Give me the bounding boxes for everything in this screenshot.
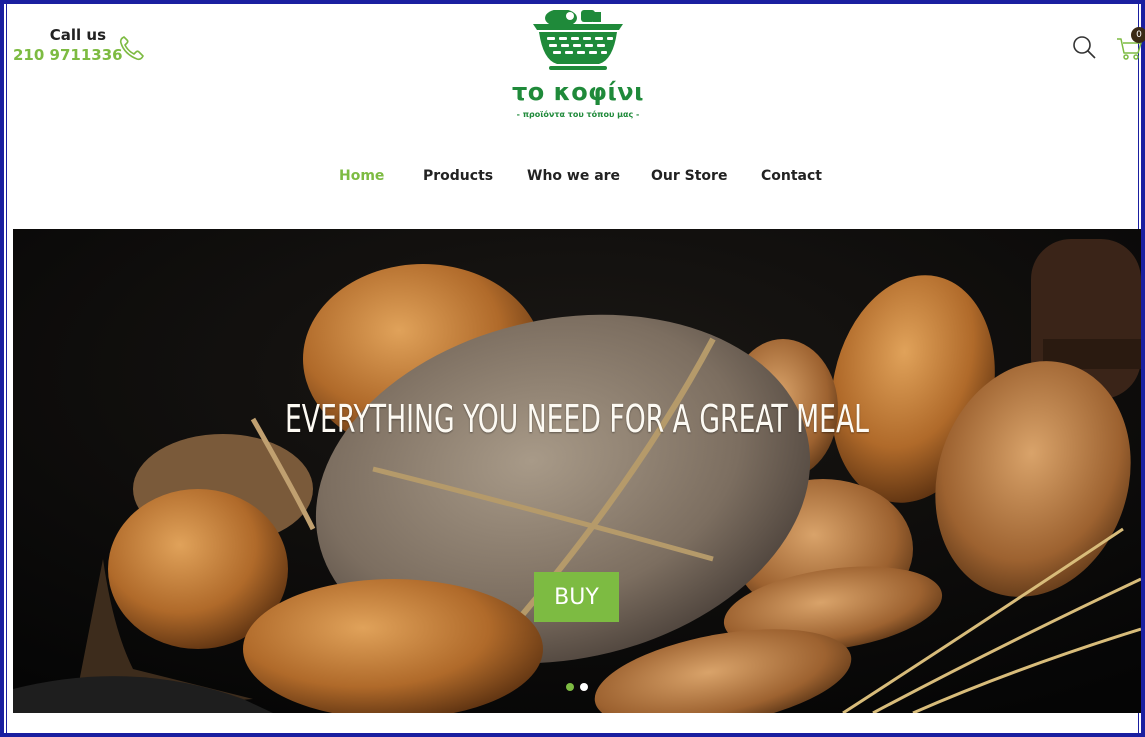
nav-item-our-store[interactable]: Our Store <box>651 168 727 184</box>
logo-name: το κοφίνι <box>511 78 645 106</box>
call-us-label: Call us <box>49 26 106 44</box>
buy-button[interactable]: BUY <box>534 572 619 622</box>
slider-dots <box>566 683 596 693</box>
site-logo[interactable]: το κοφίνι - προϊόντα του τόπου μας - <box>503 9 653 128</box>
nav-item-contact[interactable]: Contact <box>761 168 822 184</box>
frame-inner-left <box>6 4 7 733</box>
call-us-block: Call us 210 9711336 <box>13 25 123 65</box>
nav-item-who-we-are[interactable]: Who we are <box>527 168 620 184</box>
slider-dot-2[interactable] <box>580 683 588 691</box>
logo-tagline: - προϊόντα του τόπου μας - <box>516 110 640 119</box>
basket-logo-icon <box>533 9 623 70</box>
slider-dot-1[interactable] <box>566 683 574 691</box>
nav-item-home[interactable]: Home <box>339 168 384 184</box>
hero-slider: EVERYTHING YOU NEED FOR A GREAT MEAL BUY <box>13 229 1141 713</box>
nav-item-products[interactable]: Products <box>423 168 493 184</box>
cart-count-badge: 0 <box>1131 27 1145 43</box>
hero-headline: EVERYTHING YOU NEED FOR A GREAT MEAL <box>284 397 870 441</box>
phone-number[interactable]: 210 9711336 <box>13 45 123 65</box>
phone-icon[interactable] <box>117 33 147 63</box>
hero-bread-image <box>13 229 1141 713</box>
search-icon[interactable] <box>1071 34 1097 60</box>
main-nav: Home Products Who we are Our Store Conta… <box>0 168 1145 190</box>
